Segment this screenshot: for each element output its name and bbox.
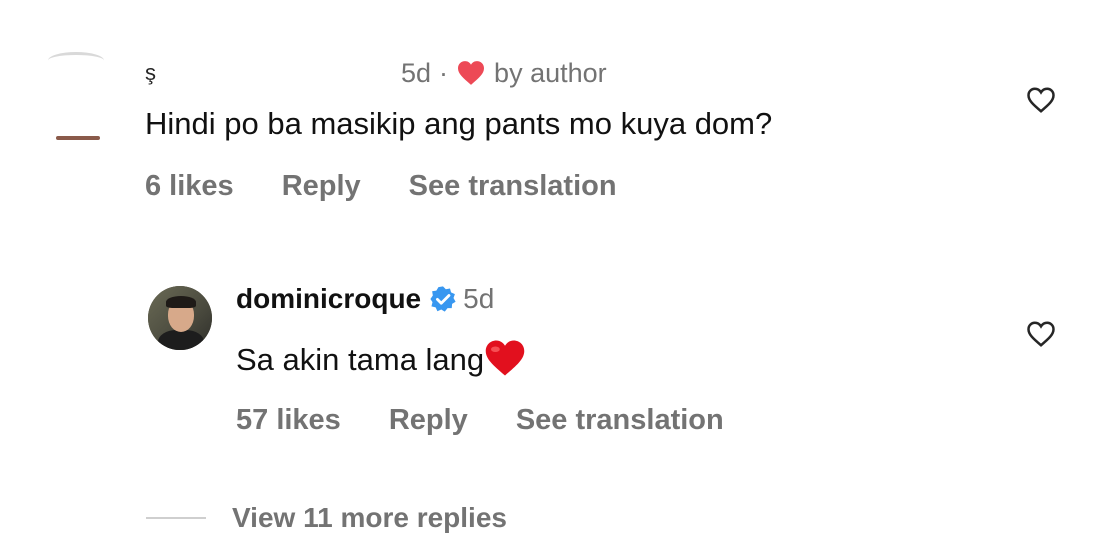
likes-count[interactable]: 57 likes <box>236 404 341 437</box>
reply-username[interactable]: dominicroque <box>236 283 421 315</box>
separator: · <box>439 57 449 88</box>
see-translation-button[interactable]: See translation <box>516 404 724 437</box>
comment-time: 5d <box>401 57 432 88</box>
avatar[interactable] <box>148 286 212 350</box>
comment-username[interactable]: ş <box>145 60 401 86</box>
divider-line <box>146 517 206 519</box>
likes-count[interactable]: 6 likes <box>145 170 234 203</box>
reply-button[interactable]: Reply <box>282 170 361 203</box>
comment-actions: 6 likes Reply See translation <box>145 170 665 203</box>
reply-text: Sa akin tama lang <box>236 338 526 378</box>
heart-outline-icon[interactable] <box>1026 320 1056 348</box>
reply-actions: 57 likes Reply See translation <box>236 404 772 437</box>
liked-by-author-label: by author <box>494 57 607 88</box>
avatar-body <box>158 330 204 350</box>
avatar-hair <box>166 296 196 308</box>
heart-filled-icon <box>456 60 486 86</box>
reply-button[interactable]: Reply <box>389 404 468 437</box>
view-more-replies-label[interactable]: View 11 more replies <box>232 502 507 534</box>
avatar-edge <box>56 136 100 140</box>
comment-text: Hindi po ba masikip ang pants mo kuya do… <box>145 106 773 141</box>
see-translation-button[interactable]: See translation <box>409 170 617 203</box>
red-heart-emoji <box>484 338 526 378</box>
comment: ş 5d · by author Hindi po ba masikip ang… <box>0 40 1120 220</box>
avatar[interactable] <box>48 52 104 142</box>
reply-comment: dominicroque 5d Sa akin tama lang 57 lik… <box>0 280 1120 450</box>
reply-text-content: Sa akin tama lang <box>236 342 485 377</box>
heart-outline-icon[interactable] <box>1026 86 1056 114</box>
reply-time: 5d <box>463 283 495 314</box>
verified-badge-icon <box>429 285 457 313</box>
reply-meta: dominicroque 5d <box>236 282 494 316</box>
avatar-edge <box>48 52 104 69</box>
comment-meta: ş 5d · by author <box>145 56 607 90</box>
view-more-replies[interactable]: View 11 more replies <box>146 500 507 536</box>
